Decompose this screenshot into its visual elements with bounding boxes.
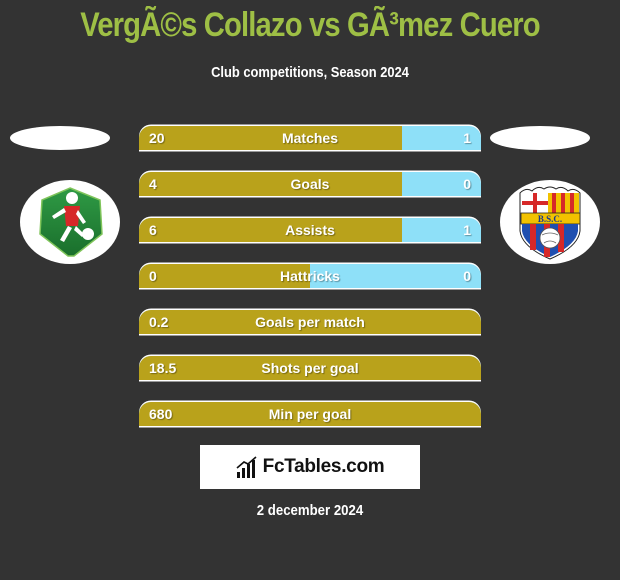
stat-label: Min per goal <box>268 406 352 422</box>
stat-label: Assists <box>285 222 335 238</box>
stat-label: Goals <box>290 176 330 192</box>
page-title: VergÃ©s Collazo vs GÃ³mez Cuero <box>80 6 540 44</box>
competition-subtitle: Club competitions, Season 2024 <box>211 64 409 81</box>
right-value: 0 <box>463 176 471 192</box>
crest-text: B.S.C. <box>538 214 562 224</box>
brand-name: FcTables.com <box>262 456 385 477</box>
report-date: 2 december 2024 <box>256 502 364 519</box>
fctables-brand[interactable]: FcTables.com <box>200 445 420 489</box>
stat-row-hattricks: 0 Hattricks 0 <box>139 264 481 288</box>
stat-row-assists: 6 Assists 1 <box>139 218 481 242</box>
football-player-shield-icon <box>39 187 103 257</box>
stat-label: Shots per goal <box>261 360 359 376</box>
left-team-name-placeholder <box>10 126 110 150</box>
bar-chart-icon <box>236 456 257 478</box>
stat-label: Goals per match <box>255 314 365 330</box>
right-value: 1 <box>463 222 471 238</box>
right-team-name-placeholder <box>490 126 590 150</box>
stat-row-goals-per-match: 0.2 Goals per match <box>139 310 481 334</box>
stat-label: Hattricks <box>280 268 340 284</box>
right-value: 1 <box>463 130 471 146</box>
stat-label: Matches <box>281 130 339 146</box>
right-team-logo[interactable]: B.S.C. <box>500 180 600 264</box>
stat-row-matches: 20 Matches 1 <box>139 126 481 150</box>
barcelona-sc-crest-icon: B.S.C. <box>519 186 581 260</box>
stat-row-goals: 4 Goals 0 <box>139 172 481 196</box>
right-value: 0 <box>463 268 471 284</box>
stat-row-shots-per-goal: 18.5 Shots per goal <box>139 356 481 380</box>
left-team-logo[interactable] <box>20 180 120 264</box>
stat-row-min-per-goal: 680 Min per goal <box>139 402 481 426</box>
